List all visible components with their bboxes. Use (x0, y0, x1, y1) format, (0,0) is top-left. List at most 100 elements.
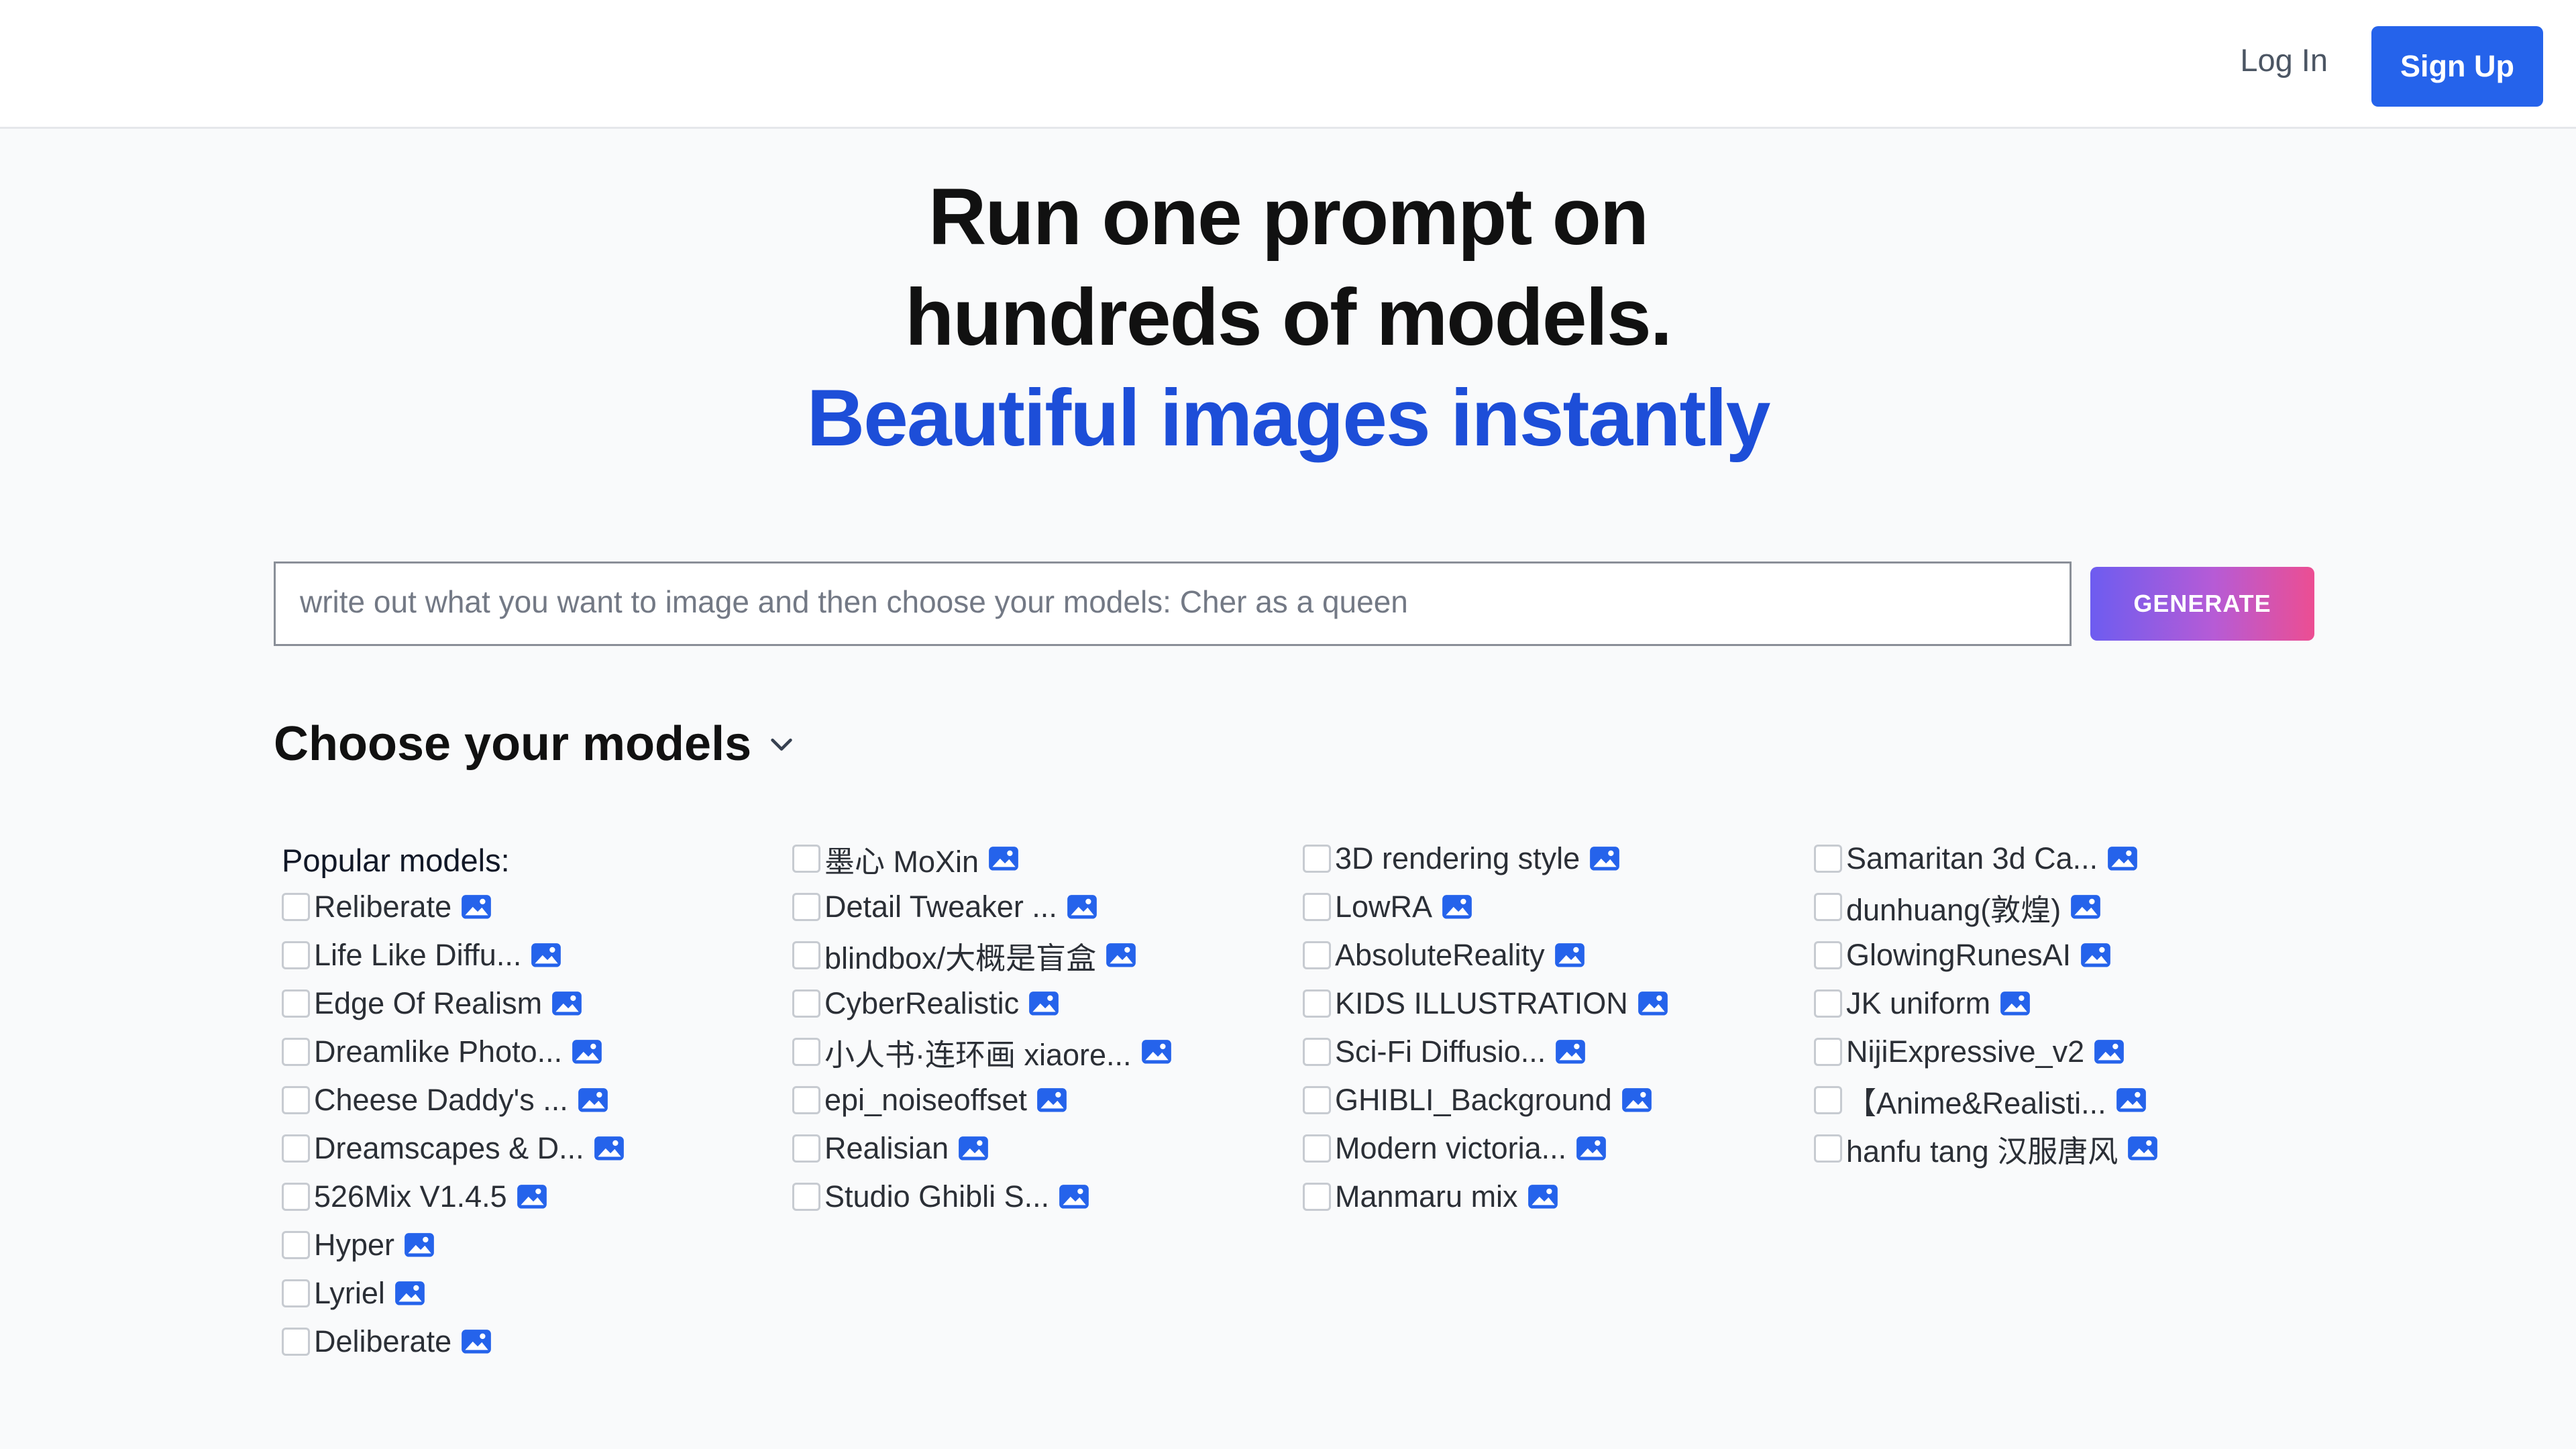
image-gallery-icon[interactable] (957, 1134, 990, 1163)
model-checkbox[interactable] (1814, 1134, 1842, 1163)
model-option[interactable]: Modern victoria... (1303, 1128, 1608, 1169)
image-gallery-icon[interactable] (515, 1183, 549, 1211)
model-checkbox[interactable] (1814, 1086, 1842, 1114)
model-option[interactable]: GHIBLI_Background (1303, 1080, 1654, 1120)
model-checkbox[interactable] (1303, 1086, 1331, 1114)
model-checkbox[interactable] (1303, 941, 1331, 969)
model-option[interactable]: Studio Ghibli S... (792, 1177, 1091, 1217)
model-option[interactable]: Dreamscapes & D... (282, 1128, 626, 1169)
model-option[interactable]: Sci-Fi Diffusio... (1303, 1032, 1587, 1072)
model-checkbox[interactable] (282, 1183, 310, 1211)
model-checkbox[interactable] (282, 1134, 310, 1163)
image-gallery-icon[interactable] (2079, 941, 2112, 969)
prompt-input[interactable] (274, 561, 2072, 646)
model-option[interactable]: Deliberate (282, 1322, 493, 1362)
model-option[interactable]: NijiExpressive_v2 (1814, 1032, 2126, 1072)
image-gallery-icon[interactable] (1636, 989, 1670, 1018)
model-option[interactable]: Samaritan 3d Ca... (1814, 839, 2139, 879)
image-gallery-icon[interactable] (1440, 893, 1474, 921)
model-checkbox[interactable] (1303, 1183, 1331, 1211)
model-option[interactable]: Hyper (282, 1225, 436, 1265)
model-option[interactable]: epi_noiseoffset (792, 1080, 1069, 1120)
image-gallery-icon[interactable] (1553, 941, 1587, 969)
model-checkbox[interactable] (282, 941, 310, 969)
model-option[interactable]: Detail Tweaker ... (792, 887, 1099, 927)
model-checkbox[interactable] (1303, 1134, 1331, 1163)
model-checkbox[interactable] (792, 1183, 820, 1211)
model-option[interactable]: Lyriel (282, 1273, 427, 1313)
model-checkbox[interactable] (1814, 989, 1842, 1018)
model-checkbox[interactable] (792, 941, 820, 969)
image-gallery-icon[interactable] (576, 1086, 610, 1114)
model-option[interactable]: 526Mix V1.4.5 (282, 1177, 549, 1217)
model-checkbox[interactable] (1814, 1038, 1842, 1066)
signup-button[interactable]: Sign Up (2371, 26, 2543, 107)
image-gallery-icon[interactable] (402, 1231, 436, 1259)
model-checkbox[interactable] (282, 989, 310, 1018)
model-checkbox[interactable] (1303, 1038, 1331, 1066)
model-option[interactable]: dunhuang(敦煌) (1814, 887, 2102, 927)
model-checkbox[interactable] (1814, 941, 1842, 969)
model-checkbox[interactable] (282, 1086, 310, 1114)
model-option[interactable]: blindbox/大概是盲盒 (792, 935, 1138, 975)
image-gallery-icon[interactable] (1027, 989, 1061, 1018)
model-option[interactable]: 3D rendering style (1303, 839, 1621, 879)
model-checkbox[interactable] (282, 1231, 310, 1259)
image-gallery-icon[interactable] (550, 989, 584, 1018)
model-checkbox[interactable] (1814, 893, 1842, 921)
image-gallery-icon[interactable] (2069, 893, 2102, 921)
model-option[interactable]: Reliberate (282, 887, 493, 927)
image-gallery-icon[interactable] (987, 845, 1020, 873)
image-gallery-icon[interactable] (529, 941, 563, 969)
image-gallery-icon[interactable] (393, 1279, 427, 1307)
model-option[interactable]: Realisian (792, 1128, 990, 1169)
image-gallery-icon[interactable] (1998, 989, 2032, 1018)
image-gallery-icon[interactable] (2106, 845, 2139, 873)
image-gallery-icon[interactable] (460, 1328, 493, 1356)
model-checkbox[interactable] (1814, 845, 1842, 873)
model-option[interactable]: KIDS ILLUSTRATION (1303, 983, 1670, 1024)
model-checkbox[interactable] (792, 845, 820, 873)
model-option[interactable]: JK uniform (1814, 983, 2032, 1024)
image-gallery-icon[interactable] (1140, 1038, 1173, 1066)
model-option[interactable]: 小人书·连环画 xiaore... (792, 1032, 1173, 1072)
model-checkbox[interactable] (1303, 845, 1331, 873)
model-option[interactable]: 墨心 MoXin (792, 839, 1020, 879)
image-gallery-icon[interactable] (1526, 1183, 1560, 1211)
models-dropdown-toggle[interactable]: Choose your models (274, 716, 797, 771)
image-gallery-icon[interactable] (2092, 1038, 2126, 1066)
image-gallery-icon[interactable] (570, 1038, 604, 1066)
model-checkbox[interactable] (792, 1086, 820, 1114)
image-gallery-icon[interactable] (2126, 1134, 2159, 1163)
model-option[interactable]: GlowingRunesAI (1814, 935, 2112, 975)
image-gallery-icon[interactable] (2114, 1086, 2148, 1114)
image-gallery-icon[interactable] (592, 1134, 626, 1163)
model-option[interactable]: LowRA (1303, 887, 1474, 927)
image-gallery-icon[interactable] (1588, 845, 1621, 873)
model-checkbox[interactable] (792, 989, 820, 1018)
image-gallery-icon[interactable] (1065, 893, 1099, 921)
model-checkbox[interactable] (282, 1279, 310, 1307)
image-gallery-icon[interactable] (460, 893, 493, 921)
model-checkbox[interactable] (792, 893, 820, 921)
model-option[interactable]: CyberRealistic (792, 983, 1061, 1024)
model-checkbox[interactable] (1303, 989, 1331, 1018)
model-checkbox[interactable] (792, 1038, 820, 1066)
model-checkbox[interactable] (792, 1134, 820, 1163)
image-gallery-icon[interactable] (1620, 1086, 1654, 1114)
model-option[interactable]: Manmaru mix (1303, 1177, 1560, 1217)
model-option[interactable]: Edge Of Realism (282, 983, 584, 1024)
model-checkbox[interactable] (282, 1328, 310, 1356)
image-gallery-icon[interactable] (1554, 1038, 1587, 1066)
model-checkbox[interactable] (282, 1038, 310, 1066)
model-option[interactable]: hanfu tang 汉服唐风 (1814, 1128, 2159, 1169)
image-gallery-icon[interactable] (1057, 1183, 1091, 1211)
model-checkbox[interactable] (1303, 893, 1331, 921)
model-option[interactable]: 【Anime&Realisti... (1814, 1080, 2148, 1120)
model-option[interactable]: Dreamlike Photo... (282, 1032, 604, 1072)
image-gallery-icon[interactable] (1035, 1086, 1069, 1114)
model-option[interactable]: Life Like Diffu... (282, 935, 563, 975)
model-checkbox[interactable] (282, 893, 310, 921)
login-link[interactable]: Log In (2240, 42, 2328, 78)
model-option[interactable]: Cheese Daddy's ... (282, 1080, 610, 1120)
